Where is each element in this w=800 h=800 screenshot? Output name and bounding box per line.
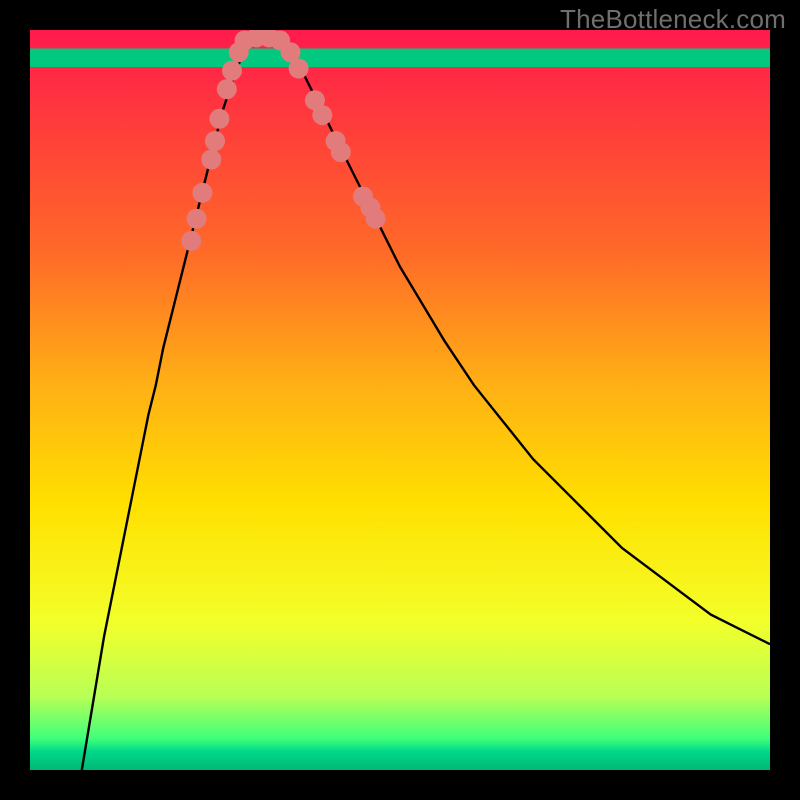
chart-svg [30, 30, 770, 770]
curve-marker [201, 150, 221, 170]
curve-marker [331, 142, 351, 162]
chart-frame: TheBottleneck.com [0, 0, 800, 800]
curve-marker [366, 209, 386, 229]
green-band [30, 49, 770, 68]
curve-marker [217, 79, 237, 99]
curve-marker [187, 209, 207, 229]
curve-marker [312, 105, 332, 125]
curve-marker [209, 109, 229, 129]
gradient-background [30, 30, 770, 770]
curve-marker [222, 61, 242, 81]
curve-marker [289, 59, 309, 79]
curve-marker [181, 231, 201, 251]
curve-marker [192, 183, 212, 203]
curve-marker [205, 131, 225, 151]
plot-area [30, 30, 770, 770]
